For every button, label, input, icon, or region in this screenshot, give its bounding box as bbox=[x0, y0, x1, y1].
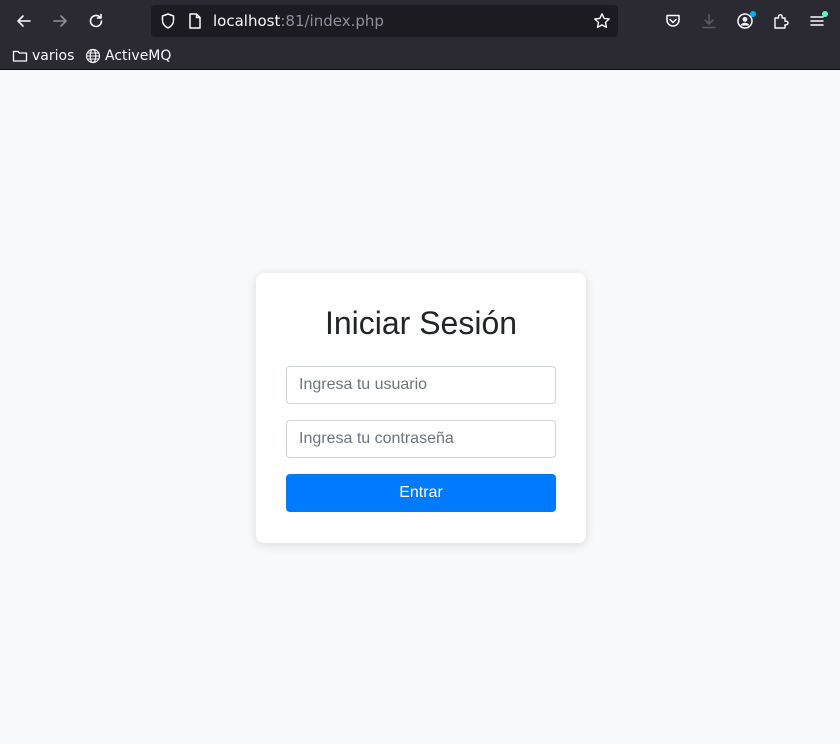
reload-icon bbox=[89, 13, 103, 28]
back-button[interactable] bbox=[12, 9, 36, 33]
bookmark-label: varios bbox=[32, 48, 75, 64]
url-host: localhost bbox=[213, 12, 281, 30]
url-path: :81/index.php bbox=[280, 12, 384, 30]
download-icon bbox=[702, 13, 716, 29]
url-bar[interactable]: localhost:81/index.php bbox=[151, 5, 618, 37]
submit-button[interactable]: Entrar bbox=[286, 474, 556, 512]
username-input[interactable] bbox=[286, 366, 556, 404]
star-icon[interactable] bbox=[593, 12, 611, 30]
forward-button[interactable] bbox=[48, 9, 72, 33]
menu-button[interactable] bbox=[805, 9, 829, 33]
update-badge bbox=[822, 11, 828, 17]
page-content: Iniciar Sesión Entrar bbox=[0, 71, 840, 744]
extensions-icon bbox=[774, 14, 789, 29]
pocket-button[interactable] bbox=[661, 9, 685, 33]
reload-button[interactable] bbox=[84, 9, 108, 33]
bookmark-label: ActiveMQ bbox=[105, 48, 172, 64]
login-title: Iniciar Sesión bbox=[324, 305, 518, 341]
globe-icon bbox=[85, 48, 101, 64]
pocket-icon bbox=[666, 14, 680, 27]
bookmark-activemq[interactable]: ActiveMQ bbox=[85, 42, 171, 70]
extensions-button[interactable] bbox=[769, 9, 793, 33]
downloads-button[interactable] bbox=[697, 9, 721, 33]
account-button[interactable] bbox=[733, 9, 757, 33]
url-text[interactable]: localhost:81/index.php bbox=[213, 5, 384, 37]
page-icon[interactable] bbox=[186, 12, 204, 30]
forward-icon bbox=[53, 15, 67, 27]
password-input[interactable] bbox=[286, 420, 556, 458]
back-icon bbox=[17, 15, 31, 27]
shield-icon[interactable] bbox=[159, 12, 177, 30]
bookmark-varios[interactable]: varios bbox=[12, 42, 74, 70]
account-badge bbox=[750, 11, 756, 17]
bookmarks-bar: varios ActiveMQ bbox=[0, 42, 840, 70]
browser-toolbar: localhost:81/index.php bbox=[0, 0, 840, 42]
folder-icon bbox=[12, 50, 28, 62]
login-card: Iniciar Sesión Entrar bbox=[256, 273, 586, 543]
